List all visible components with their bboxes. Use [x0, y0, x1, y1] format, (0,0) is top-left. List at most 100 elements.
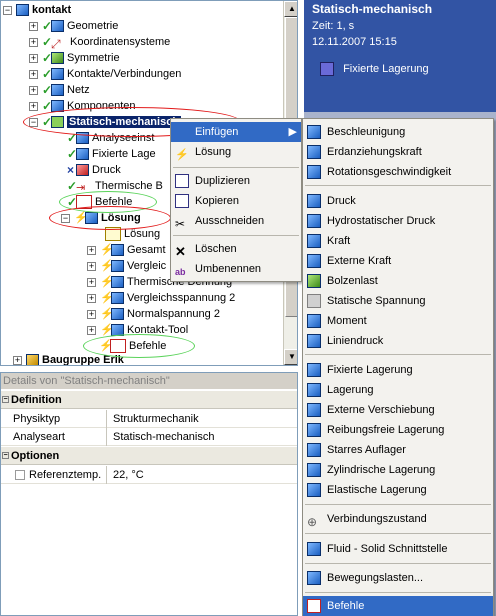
menu-separator: [173, 235, 299, 236]
submenu-item[interactable]: Elastische Lagerung: [303, 480, 493, 500]
fixed-support-icon: [307, 363, 321, 377]
tree-label: Fixierte Lage: [92, 148, 156, 160]
section-label: Definition: [11, 394, 62, 406]
collapse-icon[interactable]: −: [3, 5, 12, 15]
tree-label: Geometrie: [67, 20, 119, 32]
mesh-icon: [51, 84, 64, 97]
result-icon: [111, 276, 124, 289]
section-definition[interactable]: − Definition: [1, 391, 297, 409]
menu-separator: [173, 167, 299, 168]
analysis-title: Statisch-mechanisch: [312, 2, 433, 16]
details-row[interactable]: Analyseart Statisch-mechanisch: [1, 428, 297, 446]
expand-icon[interactable]: +: [29, 85, 38, 95]
expand-icon[interactable]: +: [87, 293, 96, 303]
menu-label: Beschleunigung: [327, 126, 406, 138]
tree-label: Komponenten: [67, 100, 136, 112]
menu-item-loesung[interactable]: ⚡ Lösung: [171, 142, 301, 162]
menu-label: Bolzenlast: [327, 275, 378, 287]
submenu-item[interactable]: Fluid - Solid Schnittstelle: [303, 539, 493, 559]
submenu-item[interactable]: Rotationsgeschwindigkeit: [303, 162, 493, 182]
submenu-item[interactable]: ⊕ Verbindungszustand: [303, 509, 493, 529]
connection-icon: ⊕: [307, 515, 318, 529]
submenu-item[interactable]: Statische Spannung: [303, 291, 493, 311]
collapse-icon[interactable]: −: [61, 213, 70, 223]
tree-item-baugruppe[interactable]: + Baugruppe Erik: [13, 351, 124, 366]
submenu-item[interactable]: Reibungsfreie Lagerung: [303, 420, 493, 440]
submenu-item[interactable]: Starres Auflager: [303, 440, 493, 460]
expand-icon[interactable]: +: [87, 309, 96, 319]
submenu-item[interactable]: Zylindrische Lagerung: [303, 460, 493, 480]
menu-item-ausschneiden[interactable]: ✂ Ausschneiden: [171, 211, 301, 231]
row-key: Analyseart: [11, 428, 107, 446]
legend-entry: Fixierte Lagerung: [320, 62, 429, 76]
expand-icon[interactable]: +: [87, 277, 96, 287]
commands-icon: [76, 195, 92, 210]
expand-icon[interactable]: +: [29, 101, 38, 111]
submenu-arrow-icon: ▶: [288, 126, 297, 138]
submenu-item[interactable]: Druck: [303, 191, 493, 211]
menu-item-duplizieren[interactable]: Duplizieren: [171, 171, 301, 191]
expand-icon[interactable]: +: [29, 21, 38, 31]
expand-icon[interactable]: +: [87, 261, 96, 271]
menu-label: Reibungsfreie Lagerung: [327, 424, 445, 436]
section-optionen[interactable]: − Optionen: [1, 447, 297, 465]
collapse-icon[interactable]: −: [2, 452, 9, 459]
submenu-item[interactable]: Externe Kraft: [303, 251, 493, 271]
menu-separator: [305, 354, 491, 355]
rotation-icon: [307, 165, 321, 179]
expand-icon[interactable]: +: [29, 69, 38, 79]
expand-icon[interactable]: +: [13, 355, 22, 365]
menu-label: Druck: [327, 195, 356, 207]
submenu-item[interactable]: Hydrostatischer Druck: [303, 211, 493, 231]
submenu-item[interactable]: Lagerung: [303, 380, 493, 400]
menu-item-umbenennen[interactable]: ab Umbenennen: [171, 259, 301, 279]
elastic-support-icon: [307, 483, 321, 497]
tree-label: Vergleic: [127, 260, 167, 272]
expand-icon[interactable]: +: [29, 37, 38, 47]
scroll-up-icon[interactable]: ▲: [284, 1, 297, 17]
menu-item-einfuegen[interactable]: Einfügen ▶: [171, 122, 301, 142]
submenu-item-befehle[interactable]: Befehle: [303, 596, 493, 616]
row-value: Statisch-mechanisch: [113, 431, 215, 443]
displacement-icon: [307, 403, 321, 417]
collapse-icon[interactable]: −: [2, 396, 9, 403]
expand-icon[interactable]: +: [87, 325, 96, 335]
menu-label: Erdanziehungskraft: [327, 146, 422, 158]
bolt-load-icon: [307, 274, 321, 288]
submenu-item[interactable]: Liniendruck: [303, 331, 493, 351]
collapse-icon[interactable]: −: [29, 117, 38, 127]
submenu-item[interactable]: Fixierte Lagerung: [303, 360, 493, 380]
pressure-icon: [76, 164, 89, 177]
row-key: Physiktyp: [11, 410, 107, 428]
menu-item-kopieren[interactable]: Kopieren: [171, 191, 301, 211]
tree-label: Statisch-mechanisch: [67, 116, 182, 128]
tree-root-label: kontakt: [32, 4, 72, 16]
submenu-item[interactable]: Externe Verschiebung: [303, 400, 493, 420]
submenu-item[interactable]: Beschleunigung: [303, 122, 493, 142]
tree-label: Baugruppe Erik: [42, 354, 124, 366]
menu-label: Elastische Lagerung: [327, 484, 427, 496]
details-row[interactable]: Referenztemp. 22, °C: [1, 466, 297, 484]
scroll-down-icon[interactable]: ▼: [284, 349, 297, 365]
details-row[interactable]: Physiktyp Strukturmechanik: [1, 410, 297, 428]
frictionless-icon: [307, 423, 321, 437]
tree-label: Kontakt-Tool: [127, 324, 189, 336]
submenu-item[interactable]: Erdanziehungskraft: [303, 142, 493, 162]
tree-label: Befehle: [95, 196, 133, 208]
menu-item-loeschen[interactable]: ✕ Löschen: [171, 239, 301, 259]
scissors-icon: ✂: [175, 217, 186, 231]
tree-label: Druck: [92, 164, 121, 176]
submenu-item[interactable]: Bolzenlast: [303, 271, 493, 291]
menu-separator: [305, 504, 491, 505]
expand-icon[interactable]: +: [87, 245, 96, 255]
submenu-item[interactable]: Kraft: [303, 231, 493, 251]
checkbox[interactable]: [15, 470, 25, 480]
expand-icon[interactable]: +: [29, 53, 38, 63]
tree-label: Netz: [67, 84, 90, 96]
menu-label: Fluid - Solid Schnittstelle: [327, 543, 448, 555]
submenu-item[interactable]: Bewegungslasten...: [303, 568, 493, 588]
menu-separator: [305, 592, 491, 593]
submenu-item[interactable]: Moment: [303, 311, 493, 331]
bolt-icon: ⚡: [74, 212, 88, 225]
bolt-icon: ⚡: [175, 149, 189, 161]
